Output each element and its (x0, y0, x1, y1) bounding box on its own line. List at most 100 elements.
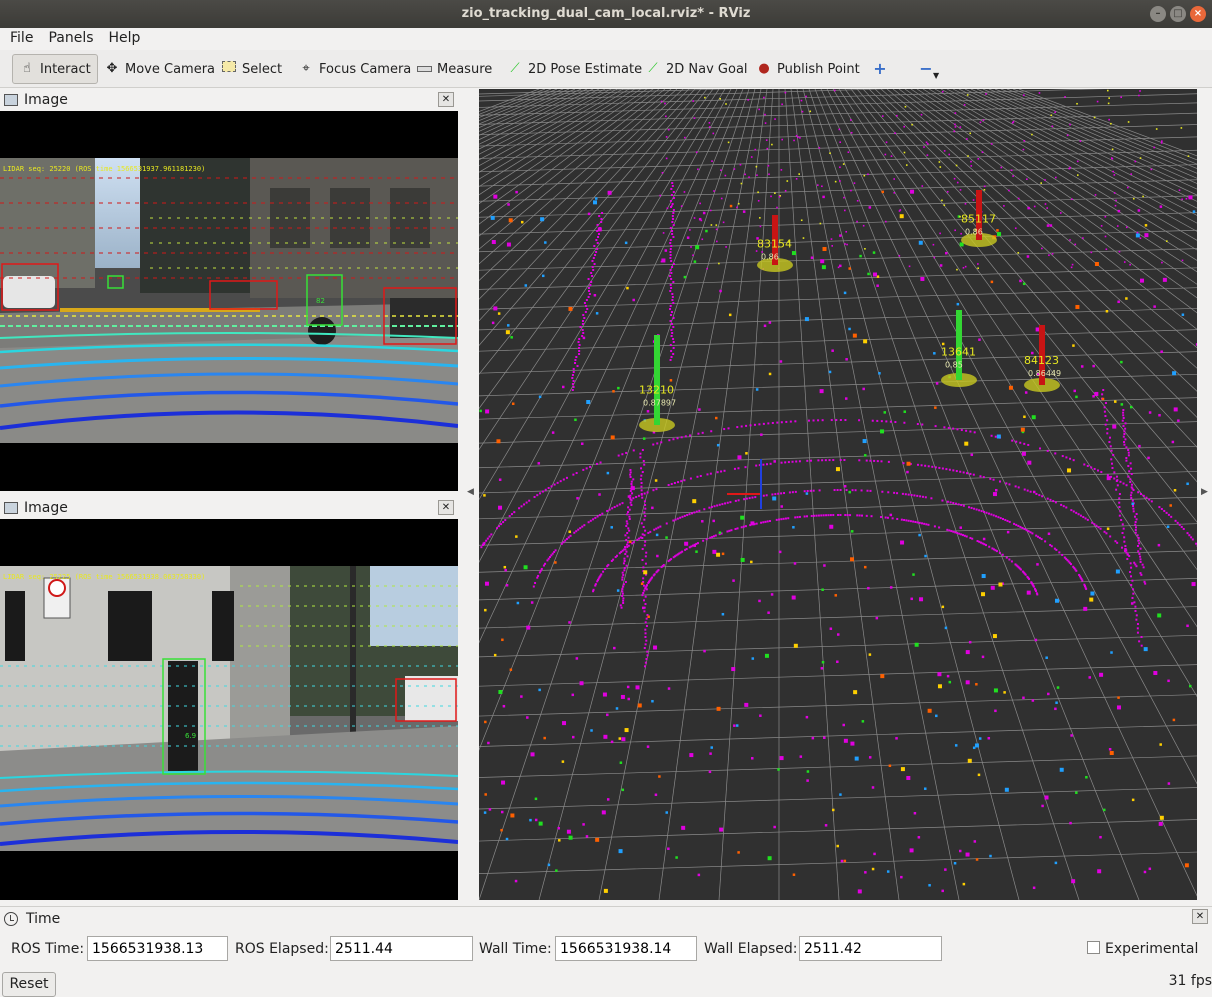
lidar-point (1142, 564, 1144, 566)
box-distance-label: 6.9 (185, 732, 196, 740)
lidar-point (586, 299, 588, 301)
lidar-point (872, 786, 875, 789)
lidar-point (548, 487, 550, 489)
lidar-point (1117, 705, 1121, 709)
lidar-point (671, 230, 673, 232)
lidar-point (1138, 209, 1141, 212)
lidar-point (923, 523, 925, 525)
lidar-point (1130, 173, 1132, 175)
maximize-icon[interactable]: □ (1170, 6, 1186, 22)
lidar-point (1009, 521, 1011, 523)
close-icon[interactable]: ✕ (1192, 909, 1208, 924)
lidar-point (642, 577, 644, 579)
lidar-point (894, 421, 896, 423)
lidar-point (1126, 558, 1128, 560)
lidar-point (1094, 392, 1098, 396)
ros-time-field[interactable] (87, 936, 228, 961)
lidar-point (767, 422, 769, 424)
lidar-point (562, 386, 565, 389)
lidar-point (668, 484, 670, 486)
lidar-point (760, 522, 762, 524)
lidar-point (643, 511, 645, 513)
nav-goal-tool-button[interactable]: ⟋ 2D Nav Goal (639, 54, 754, 84)
collapse-right-arrow-icon[interactable]: ▶ (1201, 487, 1211, 497)
minimize-icon[interactable]: – (1150, 6, 1166, 22)
lidar-point (1111, 450, 1113, 452)
lidar-point (626, 565, 628, 567)
remove-tool-button[interactable]: − ▼ (912, 54, 945, 84)
lidar-point (921, 522, 923, 524)
close-icon[interactable]: ✕ (438, 92, 454, 107)
lidar-point (728, 530, 730, 532)
lidar-point (843, 459, 845, 461)
close-icon[interactable]: × (1190, 6, 1206, 22)
move-camera-tool-button[interactable]: ✥ Move Camera (98, 54, 221, 84)
lidar-overlay-text: LIDAR seq: 25220 (ROS time 1566531937.96… (3, 165, 205, 173)
lidar-point (484, 609, 487, 612)
lidar-point (796, 135, 798, 137)
lidar-point (941, 890, 944, 893)
lidar-point (593, 245, 595, 247)
lidar-point (915, 643, 919, 647)
ros-elapsed-field[interactable] (330, 936, 473, 961)
lidar-point (1036, 593, 1038, 595)
lidar-point (672, 236, 674, 238)
lidar-point (1091, 252, 1093, 254)
reset-button[interactable]: Reset (2, 972, 56, 997)
collapse-left-arrow-icon[interactable]: ◀ (467, 487, 477, 497)
lidar-point (834, 489, 836, 491)
publish-point-tool-button[interactable]: ● Publish Point (750, 54, 866, 84)
lidar-point (716, 504, 718, 506)
menu-file[interactable]: File (0, 28, 38, 50)
lidar-point (493, 306, 497, 310)
lidar-point (794, 644, 798, 648)
lidar-point (964, 104, 966, 106)
lidar-point (673, 224, 675, 226)
lidar-point (758, 423, 760, 425)
lidar-point (971, 538, 973, 540)
focus-camera-tool-button[interactable]: ⌖ Focus Camera (292, 54, 417, 84)
lidar-point (885, 420, 887, 422)
experimental-checkbox[interactable] (1087, 941, 1100, 954)
lidar-point (1143, 566, 1145, 568)
lidar-point (1186, 483, 1189, 486)
menu-panels[interactable]: Panels (38, 28, 98, 50)
image-view-bottom[interactable]: LIDAR seq: 25225 (ROS time 1566531938.06… (0, 519, 458, 900)
lidar-point (867, 173, 869, 175)
lidar-point (1192, 582, 1196, 586)
3d-render-view[interactable]: 132100.87897831540.86851170.86136410.858… (479, 89, 1197, 900)
lidar-point (1131, 473, 1133, 475)
lidar-point (670, 200, 672, 202)
pose-estimate-tool-button[interactable]: ⟋ 2D Pose Estimate (501, 54, 648, 84)
pose-estimate-label: 2D Pose Estimate (528, 62, 642, 77)
interact-tool-button[interactable]: ☝ Interact (12, 54, 98, 84)
close-icon[interactable]: ✕ (438, 500, 454, 515)
measure-tool-button[interactable]: Measure (410, 54, 498, 84)
lidar-point (580, 326, 582, 328)
lidar-point (969, 473, 971, 475)
wall-time-field[interactable] (555, 936, 697, 961)
lidar-point (672, 302, 674, 304)
lidar-point (760, 226, 762, 228)
lidar-point (944, 150, 946, 152)
select-tool-button[interactable]: Select (215, 54, 288, 84)
lidar-point (966, 138, 968, 140)
window-titlebar: zio_tracking_dual_cam_local.rviz* - RViz… (0, 0, 1212, 28)
lidar-point (1052, 126, 1054, 128)
lidar-point (1026, 529, 1028, 531)
wall-elapsed-field[interactable] (799, 936, 942, 961)
lidar-point (1120, 361, 1123, 364)
lidar-point (602, 810, 606, 814)
lidar-point (835, 181, 837, 183)
menu-help[interactable]: Help (99, 28, 146, 50)
add-tool-button[interactable]: + (866, 54, 894, 84)
image-view-top[interactable]: LIDAR seq: 25220 (ROS time 1566531937.96… (0, 111, 458, 491)
lidar-point (1122, 409, 1124, 411)
lidar-point (956, 428, 958, 430)
lidar-point (1106, 248, 1108, 250)
lidar-point (966, 472, 968, 474)
lidar-point (719, 504, 721, 506)
lidar-point (558, 839, 561, 842)
lidar-point (732, 579, 735, 582)
lidar-point (1177, 419, 1180, 422)
